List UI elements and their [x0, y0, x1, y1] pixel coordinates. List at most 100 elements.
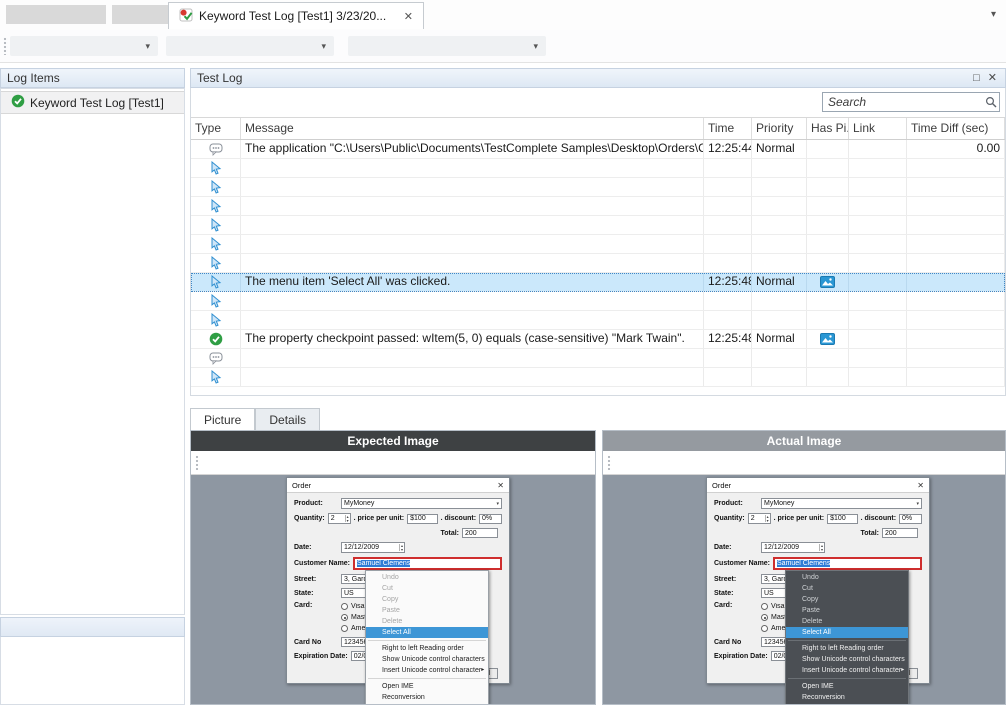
- menu-item-right-to-left-reading-order[interactable]: Right to left Reading order: [366, 643, 488, 654]
- menu-item-insert-unicode-control-character[interactable]: Insert Unicode control character▸: [366, 665, 488, 676]
- menu-item-cut[interactable]: Cut: [366, 583, 488, 594]
- log-row[interactable]: [191, 178, 1005, 197]
- menu-item-open-ime[interactable]: Open IME: [786, 681, 908, 692]
- state-label: State:: [714, 590, 758, 597]
- column-header-has-picture[interactable]: Has Pi...: [807, 118, 849, 139]
- filter-combo-1[interactable]: ▾: [10, 36, 158, 56]
- menu-separator: [788, 678, 906, 679]
- column-header-time-diff[interactable]: Time Diff (sec): [907, 118, 1005, 139]
- order-dialog-close-icon[interactable]: ✕: [917, 481, 924, 490]
- search-icon[interactable]: [983, 96, 999, 108]
- total-input[interactable]: 200: [462, 528, 498, 538]
- quantity-stepper[interactable]: 2 ▴▾: [748, 513, 771, 524]
- time-diff-cell: [907, 349, 1005, 367]
- log-row[interactable]: The property checkpoint passed: wItem(5,…: [191, 330, 1005, 349]
- log-row[interactable]: [191, 292, 1005, 311]
- quantity-stepper[interactable]: 2 ▴▾: [328, 513, 351, 524]
- toolbar-button-placeholder[interactable]: [112, 5, 174, 24]
- log-row[interactable]: [191, 349, 1005, 368]
- sidebar: Log Items Keyword Test Log [Test1]: [0, 62, 185, 705]
- menu-item-select-all[interactable]: Select All: [366, 627, 488, 638]
- menu-item-delete[interactable]: Delete: [366, 616, 488, 627]
- tab-close-icon[interactable]: ✕: [404, 10, 413, 23]
- spinner-icons[interactable]: ▴▾: [765, 515, 770, 522]
- column-header-time[interactable]: Time: [704, 118, 752, 139]
- menu-item-open-ime[interactable]: Open IME: [366, 681, 488, 692]
- price-input[interactable]: $100: [827, 514, 858, 524]
- order-dialog-titlebar: Order ✕: [707, 478, 929, 493]
- filter-combo-3[interactable]: ▾: [348, 36, 546, 56]
- customer-name-input[interactable]: Samuel Clemens: [773, 557, 922, 570]
- customer-name-input[interactable]: Samuel Clemens: [353, 557, 502, 570]
- log-row[interactable]: [191, 254, 1005, 273]
- menu-item-show-unicode-control-characters[interactable]: Show Unicode control characters: [366, 654, 488, 665]
- menu-item-undo[interactable]: Undo: [366, 572, 488, 583]
- product-select[interactable]: MyMoney ▾: [761, 498, 922, 509]
- log-row[interactable]: The application "C:\Users\Public\Documen…: [191, 140, 1005, 159]
- filter-combo-2[interactable]: ▾: [166, 36, 334, 56]
- menu-item-select-all[interactable]: Select All: [786, 627, 908, 638]
- tab-details[interactable]: Details: [255, 408, 320, 430]
- order-dialog-close-icon[interactable]: ✕: [497, 481, 504, 490]
- search-input[interactable]: [823, 95, 983, 109]
- message-cell: [241, 216, 704, 234]
- price-input[interactable]: $100: [407, 514, 438, 524]
- grip-handle[interactable]: [3, 37, 8, 55]
- log-row[interactable]: The menu item 'Select All' was clicked.1…: [191, 273, 1005, 292]
- column-header-priority[interactable]: Priority: [752, 118, 807, 139]
- search-box[interactable]: [822, 92, 1000, 112]
- street-label: Street:: [714, 576, 758, 583]
- menu-item-undo[interactable]: Undo: [786, 572, 908, 583]
- menu-item-paste[interactable]: Paste: [366, 605, 488, 616]
- menu-item-insert-unicode-control-character[interactable]: Insert Unicode control character▸: [786, 665, 908, 676]
- spinner-icons[interactable]: ▴▾: [345, 515, 350, 522]
- column-header-message[interactable]: Message: [241, 118, 704, 139]
- time-cell: [704, 292, 752, 310]
- grip-handle[interactable]: [195, 455, 200, 470]
- product-select[interactable]: MyMoney ▾: [341, 498, 502, 509]
- toolbar-button-placeholder[interactable]: [6, 5, 106, 24]
- spinner-icons[interactable]: ▴▾: [819, 544, 824, 551]
- menu-item-reconversion[interactable]: Reconversion: [366, 692, 488, 703]
- menu-item-reconversion[interactable]: Reconversion: [786, 692, 908, 703]
- date-picker[interactable]: 12/12/2009 ▴▾: [761, 542, 825, 553]
- context-menu: UndoCutCopyPasteDeleteSelect All Right to…: [785, 570, 909, 704]
- spinner-icons[interactable]: ▴▾: [399, 544, 404, 551]
- message-cell: [241, 197, 704, 215]
- log-row[interactable]: [191, 235, 1005, 254]
- expected-image-title: Expected Image: [191, 431, 595, 451]
- tab-picture[interactable]: Picture: [190, 408, 255, 430]
- log-row[interactable]: [191, 311, 1005, 330]
- total-input[interactable]: 200: [882, 528, 918, 538]
- tab-keyword-test-log[interactable]: Keyword Test Log [Test1] 3/23/20... ✕: [168, 2, 424, 29]
- sidebar-item-keyword-test-log[interactable]: Keyword Test Log [Test1]: [1, 91, 184, 114]
- menu-item-right-to-left-reading-order[interactable]: Right to left Reading order: [786, 643, 908, 654]
- picture-icon: [807, 330, 849, 348]
- menu-item-copy[interactable]: Copy: [366, 594, 488, 605]
- log-row[interactable]: [191, 159, 1005, 178]
- menu-item-paste[interactable]: Paste: [786, 605, 908, 616]
- log-row[interactable]: [191, 368, 1005, 387]
- time-diff-cell: [907, 178, 1005, 196]
- close-panel-icon[interactable]: ✕: [988, 69, 997, 88]
- tab-overflow-icon[interactable]: ▾: [991, 9, 996, 20]
- log-row[interactable]: [191, 216, 1005, 235]
- expiration-label: Expiration Date:: [714, 653, 768, 660]
- grip-handle[interactable]: [607, 455, 612, 470]
- column-header-link[interactable]: Link: [849, 118, 907, 139]
- message-cell: [241, 159, 704, 177]
- column-header-type[interactable]: Type: [191, 118, 241, 139]
- maximize-panel-icon[interactable]: □: [973, 69, 980, 88]
- menu-separator: [368, 640, 486, 641]
- discount-input[interactable]: 0%: [899, 514, 922, 524]
- log-row[interactable]: [191, 197, 1005, 216]
- menu-item-show-unicode-control-characters[interactable]: Show Unicode control characters: [786, 654, 908, 665]
- link-cell: [849, 368, 907, 386]
- menu-item-label: Delete: [382, 616, 402, 627]
- date-picker[interactable]: 12/12/2009 ▴▾: [341, 542, 405, 553]
- menu-item-label: Reconversion: [382, 692, 425, 703]
- discount-input[interactable]: 0%: [479, 514, 502, 524]
- menu-item-cut[interactable]: Cut: [786, 583, 908, 594]
- menu-item-copy[interactable]: Copy: [786, 594, 908, 605]
- menu-item-delete[interactable]: Delete: [786, 616, 908, 627]
